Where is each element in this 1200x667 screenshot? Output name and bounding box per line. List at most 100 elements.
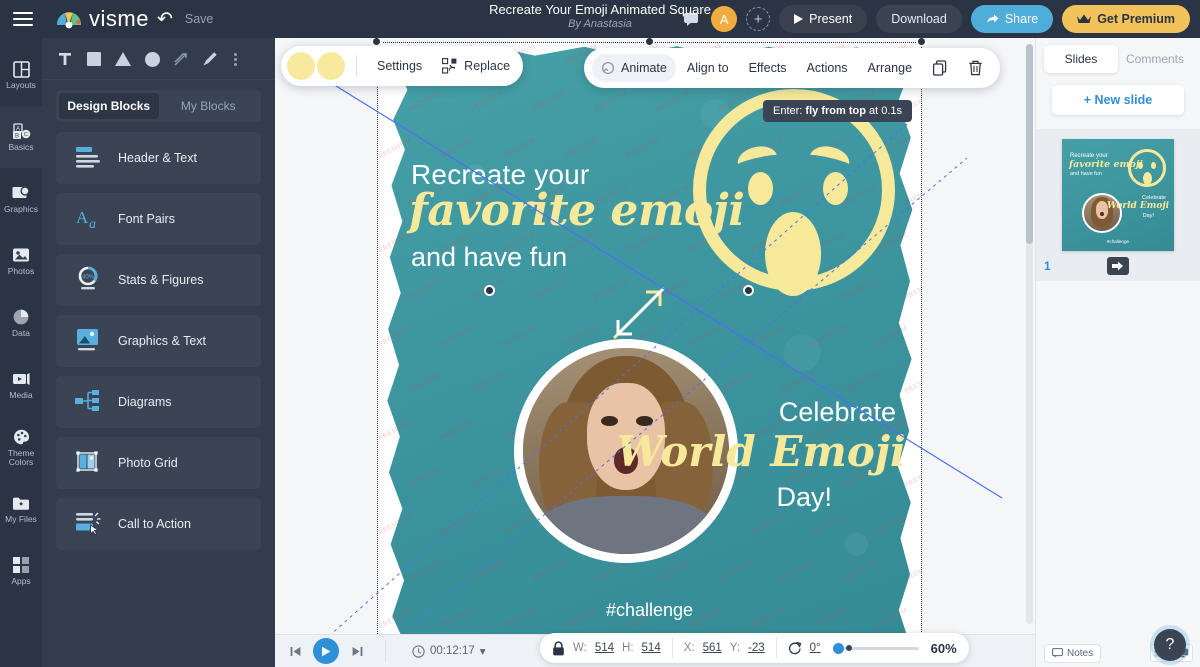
actions-button[interactable]: Actions [798, 54, 857, 82]
square-tool[interactable] [81, 47, 107, 71]
sidebar-item-graphics[interactable]: Graphics [0, 168, 42, 230]
slides-panel-tabs: Slides Comments [1036, 38, 1200, 73]
sidebar-label-graphics: Graphics [3, 204, 38, 215]
skip-back-icon[interactable] [285, 641, 305, 661]
diagrams-icon [74, 388, 104, 416]
tab-comments[interactable]: Comments [1118, 45, 1192, 73]
arrow-decoration[interactable] [608, 282, 670, 344]
app-logo[interactable]: visme [56, 6, 149, 32]
slide-canvas[interactable]: PREMIUM PREMIUM PREMIUM PREMIUM PREMIUM PREMI… [377, 42, 922, 640]
sidebar-item-theme-colors[interactable]: Theme Colors [0, 416, 42, 478]
block-header-text[interactable]: Header & Text [56, 132, 261, 184]
rotate-icon[interactable] [788, 641, 802, 655]
help-button[interactable]: ? [1154, 629, 1186, 661]
block-diagrams[interactable]: Diagrams [56, 376, 261, 428]
sidebar-item-layouts[interactable]: Layouts [0, 44, 42, 106]
duration-display[interactable]: 00:12:17 ▾ [412, 644, 486, 658]
svg-text:40%: 40% [82, 275, 95, 281]
block-call-to-action[interactable]: Call to Action [56, 498, 261, 550]
effects-button[interactable]: Effects [740, 54, 796, 82]
tab-slides[interactable]: Slides [1044, 45, 1118, 73]
element-action-toolbar: Animate Align to Effects Actions Arrange [584, 48, 1001, 88]
line-tool[interactable] [168, 47, 194, 71]
block-label: Diagrams [118, 395, 172, 409]
animate-button[interactable]: Animate [592, 54, 676, 82]
header-text-icon [74, 144, 104, 172]
comment-icon[interactable] [680, 8, 702, 30]
top-bar: visme ↶ Save Recreate Your Emoji Animate… [0, 0, 1200, 38]
add-user-icon[interactable]: + [746, 7, 771, 31]
y-value[interactable]: -23 [748, 642, 765, 654]
resize-handle-mid-left[interactable] [484, 285, 495, 296]
chevron-down-icon[interactable]: ▾ [480, 644, 486, 658]
tab-my-blocks[interactable]: My Blocks [159, 93, 259, 119]
present-button[interactable]: Present [779, 5, 868, 33]
notes-button[interactable]: Notes [1044, 643, 1102, 663]
block-stats-figures[interactable]: 40% Stats & Figures [56, 254, 261, 306]
duration-value: 00:12:17 [430, 645, 475, 657]
download-button[interactable]: Download [876, 5, 962, 33]
skip-forward-icon[interactable] [347, 641, 367, 661]
replace-button[interactable]: Replace [433, 52, 519, 80]
slide-number: 1 [1044, 259, 1051, 273]
circle-tool[interactable] [139, 47, 165, 71]
share-button[interactable]: Share [970, 5, 1054, 33]
play-button[interactable] [313, 638, 339, 664]
duplicate-button[interactable] [923, 54, 957, 82]
rotation-value[interactable]: 0° [810, 642, 821, 654]
resize-handle-mid-right[interactable] [743, 285, 754, 296]
block-label: Graphics & Text [118, 334, 207, 348]
color-swatch-secondary[interactable] [317, 52, 345, 80]
thumb-line6: Day! [1142, 213, 1154, 219]
zoom-slider-knob[interactable] [832, 642, 844, 654]
zoom-slider[interactable] [832, 642, 919, 654]
avatar[interactable]: A [711, 6, 738, 32]
slide-stage[interactable]: PREMIUM PREMIUM PREMIUM PREMIUM PREMIUM PREMI… [306, 38, 1003, 657]
sidebar-item-data[interactable]: Data [0, 292, 42, 354]
slide-text-line3[interactable]: and have fun [411, 242, 567, 273]
block-graphics-text[interactable]: Graphics & Text [56, 315, 261, 367]
sidebar-item-photos[interactable]: Photos [0, 230, 42, 292]
delete-button[interactable] [959, 54, 992, 82]
premium-label: Get Premium [1097, 12, 1175, 26]
slide-hashtag[interactable]: #challenge [377, 600, 922, 621]
tab-design-blocks[interactable]: Design Blocks [59, 93, 159, 119]
settings-button[interactable]: Settings [368, 52, 431, 80]
width-value[interactable]: 514 [595, 642, 614, 654]
lock-icon[interactable] [552, 640, 565, 656]
sidebar-label-photos: Photos [7, 266, 35, 277]
graphics-icon [11, 184, 31, 202]
pen-tool[interactable] [197, 47, 223, 71]
resize-handle-top-right[interactable] [916, 38, 927, 47]
zoom-level: 60% [930, 640, 957, 656]
svg-text:C: C [24, 132, 28, 138]
slide-text-line4[interactable]: Celebrate [779, 397, 896, 428]
replace-label: Replace [464, 59, 511, 73]
block-photo-grid[interactable]: Photo Grid [56, 437, 261, 489]
get-premium-button[interactable]: Get Premium [1062, 5, 1190, 33]
text-tool[interactable] [52, 47, 78, 71]
sidebar-item-basics[interactable]: ABC Basics [0, 106, 42, 168]
slide-thumbnail[interactable]: Recreate your favorite emoji and have fu… [1062, 139, 1174, 251]
slide-text-line5[interactable]: World Emoji [617, 427, 906, 476]
x-value[interactable]: 561 [703, 642, 722, 654]
save-button[interactable]: Save [185, 12, 214, 26]
height-value[interactable]: 514 [642, 642, 661, 654]
color-swatch-primary[interactable] [287, 52, 315, 80]
brand-name: visme [89, 6, 149, 31]
canvas-area[interactable]: PREMIUM PREMIUM PREMIUM PREMIUM PREMIUM PREMI… [275, 38, 1035, 667]
block-font-pairs[interactable]: Aa Font Pairs [56, 193, 261, 245]
triangle-tool[interactable] [110, 47, 136, 71]
sidebar-item-media[interactable]: Media [0, 354, 42, 416]
sidebar-item-apps[interactable]: Apps [0, 540, 42, 602]
arrange-button[interactable]: Arrange [859, 54, 921, 82]
transition-icon[interactable] [1107, 257, 1129, 275]
hamburger-icon[interactable] [0, 0, 46, 38]
slide-text-line6[interactable]: Day! [776, 482, 832, 513]
align-to-button[interactable]: Align to [678, 54, 738, 82]
sidebar-item-my-files[interactable]: My Files [0, 478, 42, 540]
canvas-scrollbar[interactable] [1026, 44, 1033, 624]
more-tools-icon[interactable] [228, 52, 242, 66]
new-slide-button[interactable]: + New slide [1052, 85, 1184, 115]
undo-icon[interactable]: ↶ [157, 8, 173, 31]
